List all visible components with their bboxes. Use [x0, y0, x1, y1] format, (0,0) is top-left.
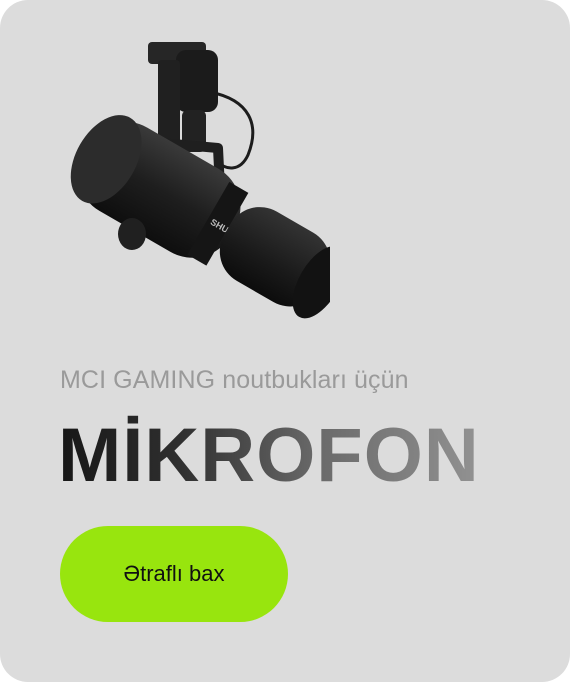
microphone-icon: SHURE [70, 42, 330, 319]
details-button[interactable]: Ətraflı bax [60, 526, 288, 622]
promo-card: SHURE MCI GAMING noutbukları üçün MİKROF… [0, 0, 570, 682]
subtitle: MCI GAMING noutbukları üçün [60, 366, 409, 394]
page-title: MİKROFON [58, 413, 480, 498]
